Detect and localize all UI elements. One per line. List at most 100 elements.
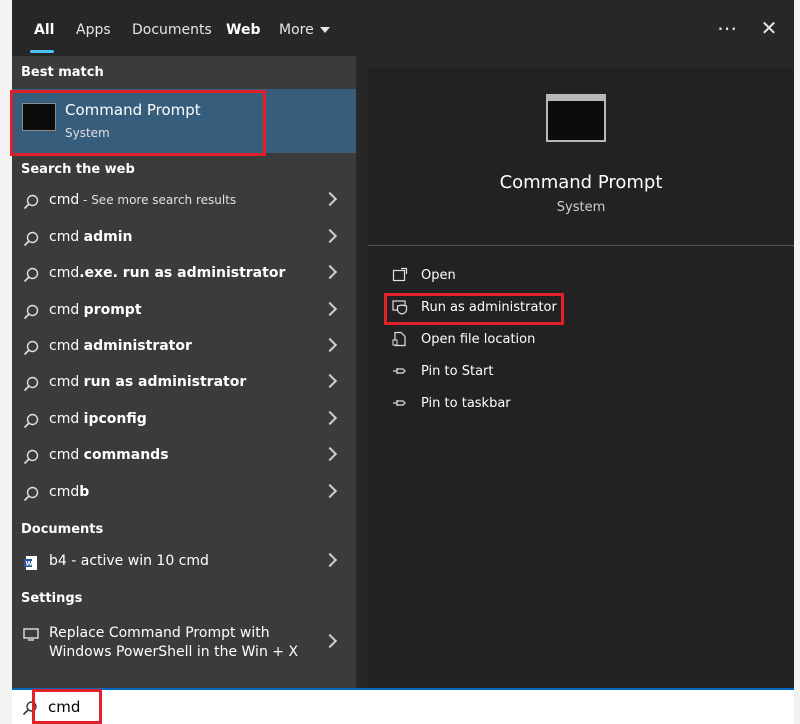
divider — [368, 245, 794, 246]
search-icon — [23, 376, 39, 392]
settings-line-1: Replace Command Prompt with — [49, 625, 270, 641]
preview-subtitle: System — [556, 200, 606, 215]
section-heading-best-match: Best match — [21, 65, 104, 80]
document-result-label: b4 - active win 10 cmd — [49, 553, 209, 569]
search-tabs-bar: All Apps Documents Web More ⋯ ✕ — [12, 0, 794, 56]
background-window-edge-right — [794, 0, 800, 724]
action-label: Open — [421, 268, 456, 283]
search-icon — [23, 449, 39, 465]
pin-icon — [393, 368, 406, 374]
search-icon — [23, 194, 39, 210]
web-result-prefix: cmd — [49, 338, 84, 354]
tab-more-label: More — [279, 22, 314, 38]
settings-line-2: Windows PowerShell in the Win + X — [49, 644, 299, 660]
monitor-icon — [23, 628, 39, 641]
web-result-bold: .exe. run as administrator — [79, 265, 286, 281]
word-document-icon: W — [24, 556, 37, 570]
web-result-prefix: cmd — [49, 192, 80, 208]
start-search-menu: All Apps Documents Web More ⋯ ✕ Best mat… — [10, 0, 794, 688]
search-bar — [12, 688, 794, 724]
chevron-right-icon — [322, 633, 338, 649]
web-result-label: cmd - See more search results — [49, 192, 236, 208]
chevron-right-icon — [322, 483, 338, 499]
chevron-right-icon — [322, 301, 338, 317]
tab-web[interactable]: Web — [226, 20, 260, 40]
settings-result-label: Replace Command Prompt with Windows Powe… — [49, 624, 319, 662]
pin-icon — [393, 400, 406, 406]
web-result[interactable]: cmd - See more search results — [12, 184, 356, 220]
settings-result[interactable]: Replace Command Prompt with Windows Powe… — [12, 616, 356, 664]
highlight-box-search-input — [32, 689, 102, 724]
web-result-bold: prompt — [83, 302, 142, 318]
web-result-prefix: cmd — [49, 411, 84, 427]
chevron-right-icon — [322, 552, 338, 568]
web-result-bold: b — [79, 484, 90, 500]
action-open[interactable]: Open — [368, 261, 794, 291]
web-result-prefix: cmd — [49, 302, 84, 318]
web-result-prefix: cmd — [49, 265, 80, 281]
action-label: Pin to taskbar — [421, 396, 511, 411]
web-result[interactable]: cmd run as administrator — [12, 366, 356, 402]
close-icon[interactable]: ✕ — [755, 14, 783, 42]
web-result[interactable]: cmd admin — [12, 221, 356, 257]
web-result-label: cmd prompt — [49, 302, 142, 318]
tab-apps[interactable]: Apps — [76, 20, 111, 40]
tab-all[interactable]: All — [34, 20, 54, 40]
web-result-hint: - See more search results — [79, 193, 237, 207]
web-result-bold: commands — [83, 447, 169, 463]
web-result-bold: ipconfig — [83, 411, 147, 427]
web-result[interactable]: cmdb — [12, 476, 356, 512]
svg-text:W: W — [26, 560, 33, 568]
web-result-label: cmd run as administrator — [49, 374, 246, 390]
chevron-right-icon — [322, 337, 338, 353]
web-result-label: cmdb — [49, 484, 89, 500]
web-result-prefix: cmd — [49, 484, 80, 500]
highlight-box-best-match — [10, 90, 266, 156]
chevron-right-icon — [322, 373, 338, 389]
folder-icon — [392, 331, 406, 347]
active-tab-indicator — [30, 50, 54, 53]
highlight-box-run-as-admin — [384, 293, 564, 325]
action-label: Pin to Start — [421, 364, 494, 379]
web-result-prefix: cmd — [49, 229, 84, 245]
web-result-prefix: cmd — [49, 447, 84, 463]
web-result-label: cmd ipconfig — [49, 411, 147, 427]
ellipsis-icon[interactable]: ⋯ — [713, 14, 741, 42]
web-result-bold: admin — [83, 229, 133, 245]
action-pin-to-start[interactable]: Pin to Start — [368, 357, 794, 387]
preview-title: Command Prompt — [499, 172, 663, 193]
action-open-file-location[interactable]: Open file location — [368, 325, 794, 355]
chevron-right-icon — [322, 228, 338, 244]
section-heading-web: Search the web — [21, 162, 135, 177]
tab-more[interactable]: More — [279, 20, 330, 40]
web-result[interactable]: cmd.exe. run as administrator — [12, 257, 356, 293]
web-result[interactable]: cmd prompt — [12, 294, 356, 330]
search-icon — [23, 340, 39, 356]
chevron-right-icon — [322, 410, 338, 426]
document-result[interactable]: W b4 - active win 10 cmd — [12, 545, 356, 581]
web-result-prefix: cmd — [49, 374, 84, 390]
preview-pane: Command Prompt System Open Run as admini… — [368, 68, 794, 688]
section-heading-settings: Settings — [21, 591, 83, 606]
search-icon — [23, 413, 39, 429]
action-pin-to-taskbar[interactable]: Pin to taskbar — [368, 389, 794, 419]
tab-documents[interactable]: Documents — [132, 20, 212, 40]
search-icon — [23, 304, 39, 320]
terminal-icon — [546, 94, 606, 142]
results-list: Best match Command Prompt System Search … — [10, 56, 356, 688]
search-icon — [23, 267, 39, 283]
web-result[interactable]: cmd administrator — [12, 330, 356, 366]
search-input[interactable] — [48, 695, 448, 719]
open-icon — [392, 267, 408, 282]
web-result[interactable]: cmd ipconfig — [12, 403, 356, 439]
chevron-right-icon — [322, 264, 338, 280]
chevron-right-icon — [322, 446, 338, 462]
chevron-right-icon — [322, 191, 338, 207]
web-result-bold: administrator — [83, 338, 192, 354]
web-result-label: cmd admin — [49, 229, 133, 245]
search-icon — [23, 231, 39, 247]
action-label: Open file location — [421, 332, 536, 347]
web-result-label: cmd.exe. run as administrator — [49, 265, 285, 281]
web-result[interactable]: cmd commands — [12, 439, 356, 475]
search-icon — [23, 486, 39, 502]
